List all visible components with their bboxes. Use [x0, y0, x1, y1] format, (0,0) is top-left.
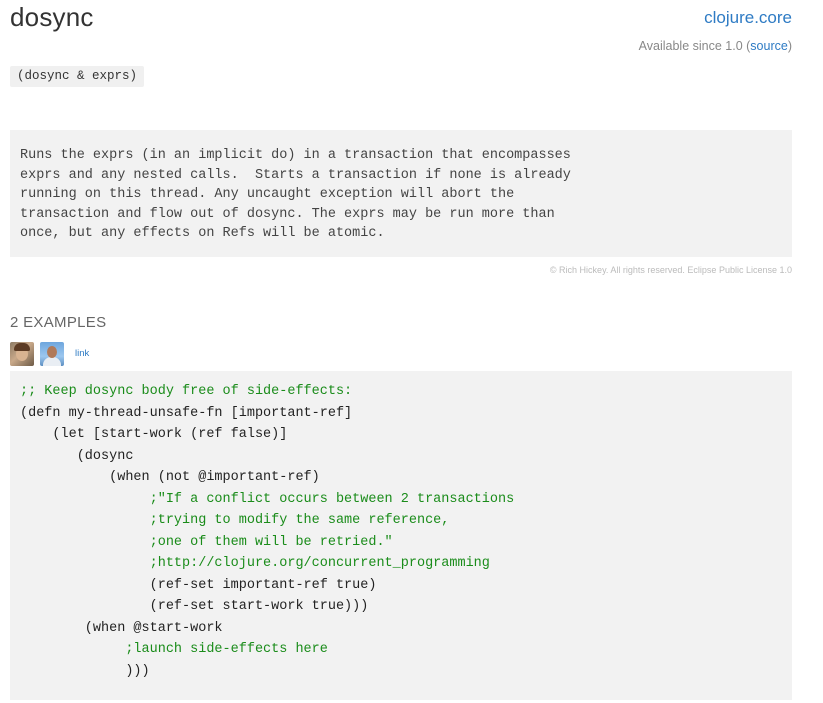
docstring-box: Runs the exprs (in an implicit do) in a …: [10, 130, 792, 257]
source-link[interactable]: source: [750, 39, 788, 53]
contributor-avatar[interactable]: [10, 342, 34, 366]
code-line: ;trying to modify the same reference,: [20, 513, 450, 528]
copyright-notice: © Rich Hickey. All rights reserved. Ecli…: [549, 265, 792, 275]
page-title: dosync: [10, 2, 94, 32]
code-line: (ref-set important-ref true): [20, 577, 377, 593]
code-line: (ref-set start-work true))): [20, 599, 369, 614]
code-line: ;; Keep dosync body free of side-effects…: [20, 384, 353, 399]
availability-note: Available since 1.0 (source): [639, 39, 792, 53]
examples-heading: 2 EXAMPLES: [10, 314, 107, 331]
contributor-avatar[interactable]: [40, 342, 64, 366]
code-line: (dosync: [20, 448, 134, 464]
code-line: (when @start-work: [20, 620, 223, 636]
code-line: ;one of them will be retried.": [20, 534, 393, 550]
avatar-hair-shape: [14, 343, 30, 351]
code-line: ;http://clojure.org/concurrent_programmi…: [20, 556, 490, 571]
since-suffix: ): [787, 39, 792, 53]
avatar-body-shape: [43, 357, 61, 366]
code-line: ;launch side-effects here: [20, 642, 328, 657]
avatar-face-shape: [47, 346, 57, 358]
function-signature: (dosync & exprs): [10, 66, 145, 87]
namespace-link[interactable]: clojure.core: [704, 8, 792, 28]
code-line: ))): [20, 663, 150, 679]
example-code-box: ;; Keep dosync body free of side-effects…: [10, 371, 792, 700]
example-permalink[interactable]: link: [75, 348, 89, 359]
example-code: ;; Keep dosync body free of side-effects…: [20, 381, 514, 682]
docstring-text: Runs the exprs (in an implicit do) in a …: [20, 148, 571, 242]
code-line: (defn my-thread-unsafe-fn [important-ref…: [20, 405, 353, 421]
code-line: (let [start-work (ref false)]: [20, 427, 288, 442]
code-line: (when (not @important-ref): [20, 470, 320, 485]
since-prefix: Available since 1.0 (: [638, 39, 751, 53]
code-line: ;"If a conflict occurs between 2 transac…: [20, 491, 515, 507]
